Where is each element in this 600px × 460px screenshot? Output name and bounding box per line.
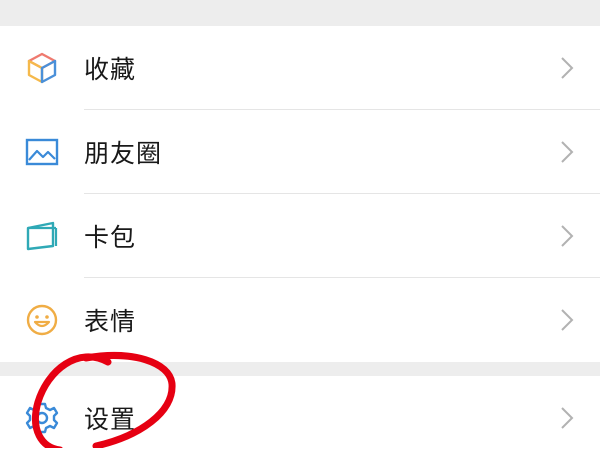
chevron-right-icon [561,309,574,331]
menu-item-label: 卡包 [84,223,137,252]
card-wallet-icon [25,219,59,253]
menu-item-label: 表情 [84,307,137,336]
chevron-right-icon [561,57,574,79]
group-spacer [0,362,600,376]
picture-icon [25,135,59,169]
menu-item-label: 收藏 [84,55,137,84]
chevron-right-icon [561,407,574,429]
chevron-right-icon [561,225,574,247]
gear-icon [25,401,59,435]
menu-item-settings[interactable]: 设置 [0,376,600,460]
menu-item-label: 朋友圈 [84,139,163,168]
cube-icon [25,51,59,85]
menu-item-stickers[interactable]: 表情 [0,278,600,362]
smiley-icon [25,303,59,337]
menu-item-favorites[interactable]: 收藏 [0,26,600,110]
chevron-right-icon [561,141,574,163]
menu-group-main: 收藏 朋友圈 卡包 表情 [0,26,600,362]
top-spacer [0,0,600,26]
menu-item-label: 设置 [84,405,137,434]
menu-item-cards[interactable]: 卡包 [0,194,600,278]
menu-item-moments[interactable]: 朋友圈 [0,110,600,194]
menu-group-settings: 设置 [0,376,600,460]
